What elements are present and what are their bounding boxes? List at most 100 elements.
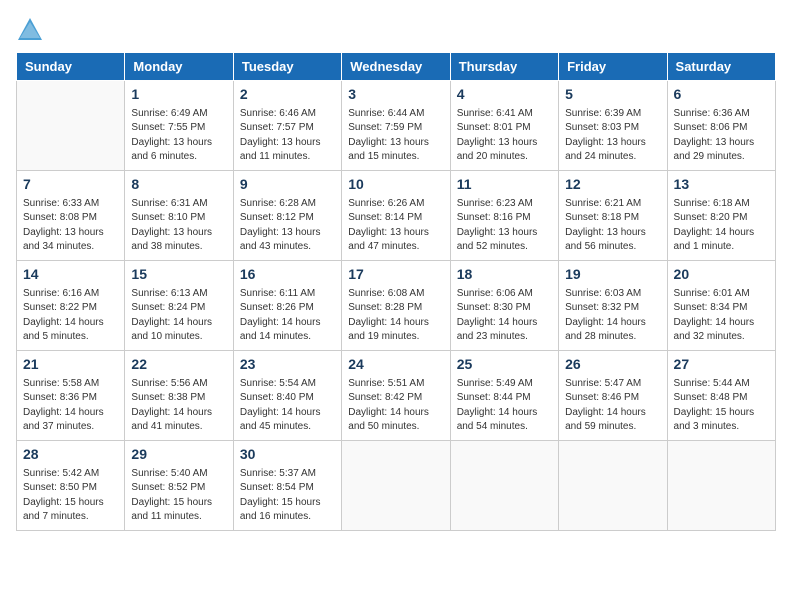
day-number: 21	[23, 355, 118, 375]
day-info: Sunrise: 5:47 AMSunset: 8:46 PMDaylight:…	[565, 377, 660, 435]
day-number: 7	[23, 175, 118, 195]
day-number: 22	[131, 355, 226, 375]
day-info: Sunrise: 6:18 AMSunset: 8:20 PMDaylight:…	[674, 197, 769, 255]
day-number: 11	[457, 175, 552, 195]
header-sunday: Sunday	[17, 53, 125, 81]
day-info: Sunrise: 6:06 AMSunset: 8:30 PMDaylight:…	[457, 287, 552, 345]
calendar-cell: 27Sunrise: 5:44 AMSunset: 8:48 PMDayligh…	[667, 351, 775, 441]
calendar-cell: 10Sunrise: 6:26 AMSunset: 8:14 PMDayligh…	[342, 171, 450, 261]
day-number: 18	[457, 265, 552, 285]
day-info: Sunrise: 5:54 AMSunset: 8:40 PMDaylight:…	[240, 377, 335, 435]
day-info: Sunrise: 6:16 AMSunset: 8:22 PMDaylight:…	[23, 287, 118, 345]
calendar-cell: 18Sunrise: 6:06 AMSunset: 8:30 PMDayligh…	[450, 261, 558, 351]
day-info: Sunrise: 6:46 AMSunset: 7:57 PMDaylight:…	[240, 107, 335, 165]
day-info: Sunrise: 6:01 AMSunset: 8:34 PMDaylight:…	[674, 287, 769, 345]
calendar-cell: 16Sunrise: 6:11 AMSunset: 8:26 PMDayligh…	[233, 261, 341, 351]
day-info: Sunrise: 6:23 AMSunset: 8:16 PMDaylight:…	[457, 197, 552, 255]
day-number: 13	[674, 175, 769, 195]
calendar-cell	[667, 441, 775, 531]
day-info: Sunrise: 5:49 AMSunset: 8:44 PMDaylight:…	[457, 377, 552, 435]
day-info: Sunrise: 6:49 AMSunset: 7:55 PMDaylight:…	[131, 107, 226, 165]
day-info: Sunrise: 5:58 AMSunset: 8:36 PMDaylight:…	[23, 377, 118, 435]
day-number: 17	[348, 265, 443, 285]
day-info: Sunrise: 6:31 AMSunset: 8:10 PMDaylight:…	[131, 197, 226, 255]
calendar-cell: 7Sunrise: 6:33 AMSunset: 8:08 PMDaylight…	[17, 171, 125, 261]
day-number: 24	[348, 355, 443, 375]
day-number: 27	[674, 355, 769, 375]
calendar-cell	[342, 441, 450, 531]
day-number: 26	[565, 355, 660, 375]
day-info: Sunrise: 5:44 AMSunset: 8:48 PMDaylight:…	[674, 377, 769, 435]
day-number: 3	[348, 85, 443, 105]
header-friday: Friday	[559, 53, 667, 81]
day-number: 10	[348, 175, 443, 195]
header-monday: Monday	[125, 53, 233, 81]
calendar-cell: 20Sunrise: 6:01 AMSunset: 8:34 PMDayligh…	[667, 261, 775, 351]
calendar-week-4: 21Sunrise: 5:58 AMSunset: 8:36 PMDayligh…	[17, 351, 776, 441]
day-number: 12	[565, 175, 660, 195]
calendar-cell: 15Sunrise: 6:13 AMSunset: 8:24 PMDayligh…	[125, 261, 233, 351]
day-number: 30	[240, 445, 335, 465]
calendar-cell: 13Sunrise: 6:18 AMSunset: 8:20 PMDayligh…	[667, 171, 775, 261]
header-wednesday: Wednesday	[342, 53, 450, 81]
day-info: Sunrise: 5:42 AMSunset: 8:50 PMDaylight:…	[23, 467, 118, 525]
calendar-cell: 4Sunrise: 6:41 AMSunset: 8:01 PMDaylight…	[450, 81, 558, 171]
day-info: Sunrise: 6:11 AMSunset: 8:26 PMDaylight:…	[240, 287, 335, 345]
calendar-table: SundayMondayTuesdayWednesdayThursdayFrid…	[16, 52, 776, 531]
day-number: 2	[240, 85, 335, 105]
calendar-cell: 24Sunrise: 5:51 AMSunset: 8:42 PMDayligh…	[342, 351, 450, 441]
day-number: 16	[240, 265, 335, 285]
day-info: Sunrise: 6:26 AMSunset: 8:14 PMDaylight:…	[348, 197, 443, 255]
day-info: Sunrise: 6:28 AMSunset: 8:12 PMDaylight:…	[240, 197, 335, 255]
day-number: 9	[240, 175, 335, 195]
header-thursday: Thursday	[450, 53, 558, 81]
day-number: 28	[23, 445, 118, 465]
day-info: Sunrise: 6:36 AMSunset: 8:06 PMDaylight:…	[674, 107, 769, 165]
calendar-cell: 19Sunrise: 6:03 AMSunset: 8:32 PMDayligh…	[559, 261, 667, 351]
calendar-cell: 23Sunrise: 5:54 AMSunset: 8:40 PMDayligh…	[233, 351, 341, 441]
calendar-cell: 26Sunrise: 5:47 AMSunset: 8:46 PMDayligh…	[559, 351, 667, 441]
day-number: 4	[457, 85, 552, 105]
day-info: Sunrise: 5:37 AMSunset: 8:54 PMDaylight:…	[240, 467, 335, 525]
day-number: 5	[565, 85, 660, 105]
logo	[16, 16, 48, 44]
calendar-cell: 2Sunrise: 6:46 AMSunset: 7:57 PMDaylight…	[233, 81, 341, 171]
day-info: Sunrise: 5:40 AMSunset: 8:52 PMDaylight:…	[131, 467, 226, 525]
calendar-cell: 22Sunrise: 5:56 AMSunset: 8:38 PMDayligh…	[125, 351, 233, 441]
day-info: Sunrise: 6:13 AMSunset: 8:24 PMDaylight:…	[131, 287, 226, 345]
calendar-cell: 30Sunrise: 5:37 AMSunset: 8:54 PMDayligh…	[233, 441, 341, 531]
calendar-cell: 1Sunrise: 6:49 AMSunset: 7:55 PMDaylight…	[125, 81, 233, 171]
calendar-week-2: 7Sunrise: 6:33 AMSunset: 8:08 PMDaylight…	[17, 171, 776, 261]
calendar-cell	[17, 81, 125, 171]
day-number: 23	[240, 355, 335, 375]
day-number: 6	[674, 85, 769, 105]
day-number: 14	[23, 265, 118, 285]
calendar-cell: 14Sunrise: 6:16 AMSunset: 8:22 PMDayligh…	[17, 261, 125, 351]
calendar-cell: 12Sunrise: 6:21 AMSunset: 8:18 PMDayligh…	[559, 171, 667, 261]
day-info: Sunrise: 6:44 AMSunset: 7:59 PMDaylight:…	[348, 107, 443, 165]
calendar-cell: 29Sunrise: 5:40 AMSunset: 8:52 PMDayligh…	[125, 441, 233, 531]
day-info: Sunrise: 5:56 AMSunset: 8:38 PMDaylight:…	[131, 377, 226, 435]
day-info: Sunrise: 5:51 AMSunset: 8:42 PMDaylight:…	[348, 377, 443, 435]
header-tuesday: Tuesday	[233, 53, 341, 81]
calendar-cell	[450, 441, 558, 531]
day-info: Sunrise: 6:03 AMSunset: 8:32 PMDaylight:…	[565, 287, 660, 345]
day-info: Sunrise: 6:08 AMSunset: 8:28 PMDaylight:…	[348, 287, 443, 345]
day-info: Sunrise: 6:33 AMSunset: 8:08 PMDaylight:…	[23, 197, 118, 255]
calendar-header-row: SundayMondayTuesdayWednesdayThursdayFrid…	[17, 53, 776, 81]
logo-icon	[16, 16, 44, 44]
day-number: 15	[131, 265, 226, 285]
calendar-cell: 25Sunrise: 5:49 AMSunset: 8:44 PMDayligh…	[450, 351, 558, 441]
day-number: 1	[131, 85, 226, 105]
calendar-week-1: 1Sunrise: 6:49 AMSunset: 7:55 PMDaylight…	[17, 81, 776, 171]
calendar-cell: 11Sunrise: 6:23 AMSunset: 8:16 PMDayligh…	[450, 171, 558, 261]
calendar-cell: 6Sunrise: 6:36 AMSunset: 8:06 PMDaylight…	[667, 81, 775, 171]
calendar-cell: 21Sunrise: 5:58 AMSunset: 8:36 PMDayligh…	[17, 351, 125, 441]
calendar-cell: 8Sunrise: 6:31 AMSunset: 8:10 PMDaylight…	[125, 171, 233, 261]
page-header	[16, 16, 776, 44]
calendar-week-5: 28Sunrise: 5:42 AMSunset: 8:50 PMDayligh…	[17, 441, 776, 531]
day-info: Sunrise: 6:21 AMSunset: 8:18 PMDaylight:…	[565, 197, 660, 255]
calendar-cell: 17Sunrise: 6:08 AMSunset: 8:28 PMDayligh…	[342, 261, 450, 351]
calendar-cell: 28Sunrise: 5:42 AMSunset: 8:50 PMDayligh…	[17, 441, 125, 531]
calendar-week-3: 14Sunrise: 6:16 AMSunset: 8:22 PMDayligh…	[17, 261, 776, 351]
